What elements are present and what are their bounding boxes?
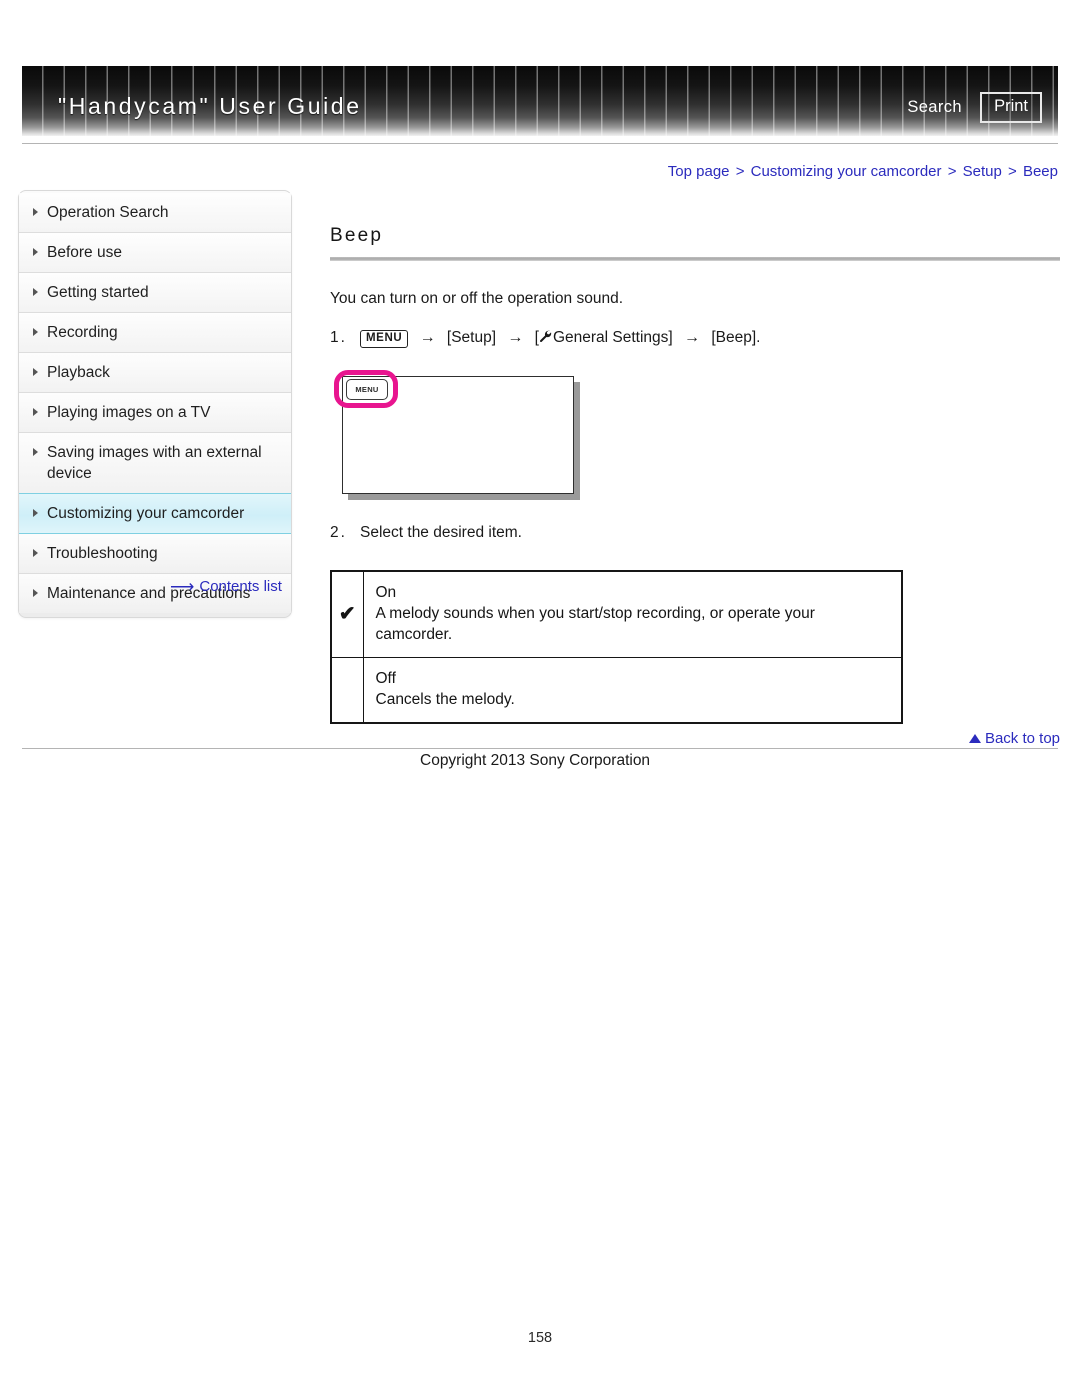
sidebar-nav: Operation Search Before use Getting star… — [18, 190, 292, 618]
sidebar-item-label: Troubleshooting — [47, 545, 158, 562]
breadcrumb-separator: > — [735, 163, 745, 180]
site-header: "Handycam" User Guide Search Print — [22, 66, 1058, 136]
bullet-arrow-icon — [33, 208, 38, 216]
breadcrumb-item-customizing[interactable]: Customizing your camcorder — [751, 163, 942, 180]
sidebar-item-label: Customizing your camcorder — [47, 505, 245, 522]
arrow-icon: → — [419, 329, 436, 346]
option-name: Off — [375, 670, 396, 687]
option-cell: Off Cancels the melody. — [362, 657, 903, 724]
options-table: ✔ On A melody sounds when you start/stop… — [330, 570, 903, 724]
sidebar-item-label: Recording — [47, 324, 118, 341]
sidebar-item-recording[interactable]: Recording — [19, 313, 291, 353]
sidebar-item-getting-started[interactable]: Getting started — [19, 273, 291, 313]
footer-divider — [22, 748, 1058, 749]
camera-screen-figure: MENU — [334, 370, 580, 498]
option-selected-mark — [330, 657, 364, 724]
table-row: ✔ On A melody sounds when you start/stop… — [330, 570, 903, 658]
sidebar-item-playing-images-on-a-tv[interactable]: Playing images on a TV — [19, 393, 291, 433]
sidebar-item-label: Playback — [47, 364, 110, 381]
bullet-arrow-icon — [33, 408, 38, 416]
back-to-top-link[interactable]: Back to top — [968, 730, 1060, 747]
step-1-number: 1. — [330, 329, 347, 346]
breadcrumb-item-beep[interactable]: Beep — [1023, 163, 1058, 180]
arrow-icon: → — [507, 329, 524, 346]
sidebar-item-customizing-your-camcorder[interactable]: Customizing your camcorder — [19, 493, 291, 534]
title-divider — [330, 257, 1060, 261]
option-description: Cancels the melody. — [375, 691, 515, 708]
menu-highlight-ring — [334, 370, 398, 408]
breadcrumb-item-setup[interactable]: Setup — [963, 163, 1002, 180]
sidebar-item-operation-search[interactable]: Operation Search — [19, 193, 291, 233]
contents-list-link[interactable]: ⟶ Contents list — [170, 578, 282, 595]
step-1-setup: [Setup] — [446, 329, 497, 346]
sidebar-item-before-use[interactable]: Before use — [19, 233, 291, 273]
breadcrumb: Top page > Customizing your camcorder > … — [330, 163, 1058, 180]
wrench-icon — [539, 327, 552, 343]
back-to-top-label: Back to top — [984, 730, 1060, 747]
bullet-arrow-icon — [33, 288, 38, 296]
copyright-text: Copyright 2013 Sony Corporation — [420, 752, 651, 769]
step-2-number: 2. — [330, 524, 347, 541]
site-title: "Handycam" User Guide — [58, 93, 362, 119]
sidebar-item-label: Getting started — [47, 284, 149, 301]
option-cell: On A melody sounds when you start/stop r… — [362, 570, 903, 658]
bullet-arrow-icon — [33, 549, 38, 557]
sidebar-item-troubleshooting[interactable]: Troubleshooting — [19, 534, 291, 574]
page-number: 158 — [527, 1330, 553, 1346]
page-root: "Handycam" User Guide Search Print Top p… — [0, 0, 1080, 1397]
step-1-general-settings: General Settings] — [552, 329, 673, 346]
sidebar-item-label: Operation Search — [47, 204, 169, 221]
breadcrumb-separator: > — [947, 163, 957, 180]
sidebar-item-label: Saving images with an external device — [47, 444, 262, 482]
bullet-arrow-icon — [33, 509, 38, 517]
search-button[interactable]: Search — [907, 98, 962, 117]
option-selected-mark: ✔ — [330, 570, 364, 658]
intro-text: You can turn on or off the operation sou… — [330, 290, 624, 307]
contents-list-label: Contents list — [199, 578, 282, 595]
page-title: Beep — [330, 225, 384, 246]
header-divider — [22, 143, 1058, 144]
print-button[interactable]: Print — [980, 92, 1042, 123]
bullet-arrow-icon — [33, 368, 38, 376]
bullet-arrow-icon — [33, 328, 38, 336]
right-arrow-icon: ⟶ — [170, 577, 195, 596]
arrow-icon: → — [684, 329, 701, 346]
breadcrumb-separator: > — [1008, 163, 1017, 180]
sidebar-item-saving-images-external-device[interactable]: Saving images with an external device — [19, 433, 291, 494]
step-2-text: Select the desired item. — [360, 524, 522, 541]
sidebar-item-label: Playing images on a TV — [47, 404, 211, 421]
step-2: 2. Select the desired item. — [330, 524, 1060, 542]
sidebar-item-label: Before use — [47, 244, 122, 261]
step-1-body: MENU → [Setup] → [General Settings] → [B… — [360, 326, 760, 350]
table-row: Off Cancels the melody. — [330, 657, 903, 724]
step-1: 1. MENU → [Setup] → [General Settings] →… — [330, 326, 1060, 350]
option-description: A melody sounds when you start/stop reco… — [375, 605, 815, 643]
breadcrumb-item-top-page[interactable]: Top page — [668, 163, 730, 180]
bullet-arrow-icon — [33, 589, 38, 597]
triangle-up-icon — [968, 734, 981, 743]
bullet-arrow-icon — [33, 448, 38, 456]
step-1-beep: [Beep]. — [711, 329, 761, 346]
bullet-arrow-icon — [33, 248, 38, 256]
sidebar-item-playback[interactable]: Playback — [19, 353, 291, 393]
option-name: On — [375, 584, 397, 601]
main-content: Beep You can turn on or off the operatio… — [330, 225, 1060, 724]
menu-chip: MENU — [360, 330, 409, 348]
